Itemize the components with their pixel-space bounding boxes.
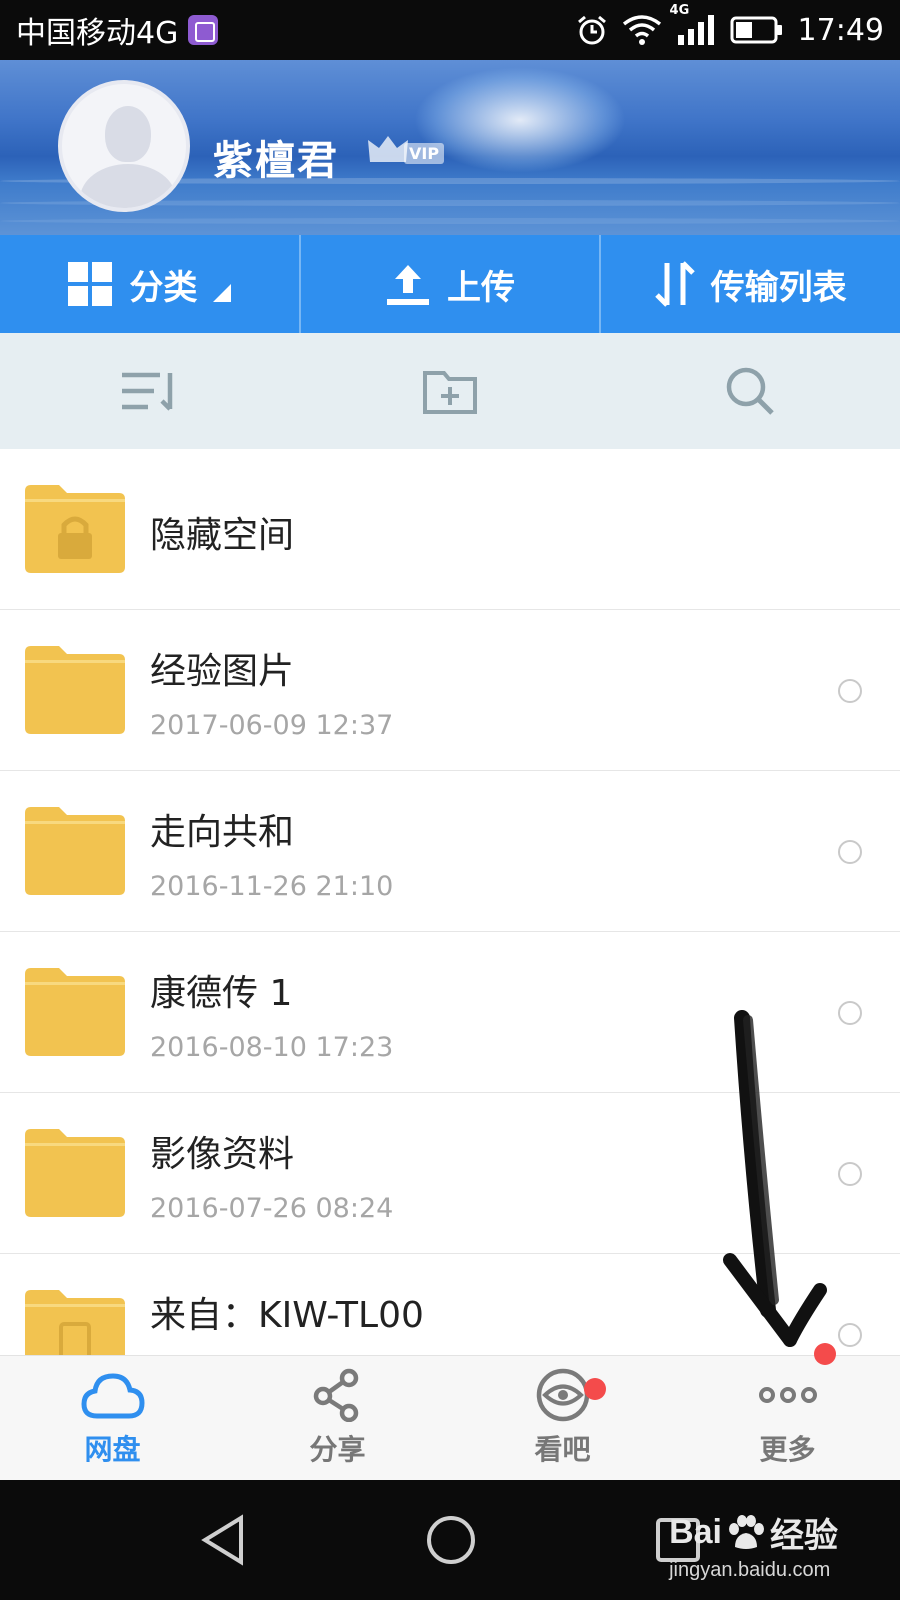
more-icon [758, 1387, 817, 1403]
share-icon [313, 1368, 358, 1422]
sort-button[interactable] [0, 333, 300, 449]
watermark-brand: Bai 经验 [669, 1508, 838, 1557]
nav-item-more[interactable]: 更多 [675, 1343, 900, 1480]
network-type: 4G [669, 3, 690, 18]
select-radio[interactable] [838, 840, 862, 864]
category-label: 分类 [129, 267, 198, 308]
search-button[interactable] [600, 333, 900, 449]
baidu-paw-icon [729, 1514, 764, 1549]
action-bar: 分类 上传 传输列表 [0, 235, 900, 333]
file-name: 康德传 1 [150, 973, 293, 1014]
device-folder-icon [25, 1290, 125, 1355]
signal-icon [677, 15, 714, 45]
grid-icon [68, 262, 113, 306]
back-icon[interactable] [199, 1514, 247, 1566]
file-name: 经验图片 [150, 651, 295, 692]
file-list: 隐藏空间 经验图片 2017-06-09 12:37 走向共和 2016-11-… [0, 449, 900, 1355]
vip-badge[interactable]: VIP [366, 132, 445, 166]
dropdown-triangle-icon [213, 284, 232, 302]
upload-label: 上传 [447, 267, 515, 308]
toolbar [0, 333, 900, 449]
search-icon [726, 367, 774, 415]
category-button[interactable]: 分类 [0, 235, 301, 333]
nav-label: 分享 [309, 1433, 366, 1466]
file-row-hidden-space[interactable]: 隐藏空间 [0, 449, 900, 610]
vip-label: VIP [404, 143, 445, 164]
folder-icon [25, 807, 125, 895]
file-name: 隐藏空间 [150, 515, 295, 556]
select-radio[interactable] [838, 679, 862, 703]
file-name: 影像资料 [150, 1134, 295, 1175]
new-folder-button[interactable] [300, 333, 600, 449]
file-row[interactable]: 经验图片 2017-06-09 12:37 [0, 610, 900, 771]
folder-icon [25, 646, 125, 734]
file-row[interactable]: 康德传 1 2016-08-10 17:23 [0, 932, 900, 1093]
new-folder-icon [423, 371, 477, 414]
nav-item-cloud-drive[interactable]: 网盘 [0, 1356, 225, 1480]
sort-icon [122, 372, 173, 411]
home-icon[interactable] [425, 1514, 477, 1566]
signal-group: 4G [670, 3, 716, 47]
bottom-nav: 网盘 分享 看吧 更多 [0, 1343, 900, 1480]
transfer-icon [654, 261, 695, 307]
select-radio[interactable] [838, 1323, 862, 1347]
upload-icon [387, 265, 429, 305]
alarm-icon [577, 15, 606, 45]
file-row[interactable]: 影像资料 2016-07-26 08:24 [0, 1093, 900, 1254]
username[interactable]: 紫檀君 [213, 128, 339, 186]
cloud-icon [80, 1373, 145, 1419]
avatar[interactable] [58, 80, 190, 212]
profile-banner: 紫檀君 VIP [0, 60, 900, 235]
nav-label: 网盘 [84, 1433, 141, 1466]
avatar-head [105, 106, 151, 162]
clock: 17:49 [797, 12, 884, 48]
wifi-icon [622, 15, 661, 45]
avatar-body [80, 164, 176, 208]
status-left: 中国移动4G [16, 8, 219, 52]
transfer-list-label: 传输列表 [710, 267, 847, 308]
locked-folder-icon [25, 485, 125, 573]
file-date: 2017-06-09 12:37 [150, 710, 394, 741]
folder-icon [25, 1129, 125, 1217]
file-name: 来自：KIW-TL00 [150, 1295, 424, 1336]
notification-badge [814, 1343, 836, 1365]
file-date: 2016-07-26 08:24 [150, 1193, 394, 1224]
carrier-name: 中国移动4G [16, 16, 179, 51]
select-radio[interactable] [838, 1162, 862, 1186]
eye-icon [536, 1368, 589, 1422]
file-date: 2016-08-10 17:23 [150, 1032, 394, 1063]
file-row[interactable]: 来自：KIW-TL00 [0, 1254, 900, 1355]
select-radio[interactable] [838, 1001, 862, 1025]
banner-wave [0, 218, 900, 224]
notification-badge [584, 1378, 606, 1400]
baidu-watermark: Bai 经验 jingyan.baidu.com [669, 1508, 838, 1582]
watermark-brand-text: Bai [669, 1513, 722, 1551]
file-date: 2016-11-26 21:10 [150, 871, 394, 902]
watermark-brand-suffix: 经验 [770, 1517, 838, 1555]
nav-label: 看吧 [534, 1433, 591, 1466]
upload-button[interactable]: 上传 [301, 235, 602, 333]
file-row[interactable]: 走向共和 2016-11-26 21:10 [0, 771, 900, 932]
gallery-notification-icon [188, 15, 219, 45]
battery-icon [730, 16, 782, 44]
nav-item-share[interactable]: 分享 [225, 1356, 450, 1480]
nav-label: 更多 [759, 1433, 816, 1466]
file-name: 走向共和 [150, 812, 295, 853]
folder-icon [25, 968, 125, 1056]
status-bar: 中国移动4G 4G 17:49 [0, 0, 900, 60]
watermark-url: jingyan.baidu.com [669, 1559, 831, 1581]
status-right: 4G 17:49 [576, 3, 884, 48]
transfer-list-button[interactable]: 传输列表 [601, 235, 900, 333]
nav-item-watch[interactable]: 看吧 [450, 1356, 675, 1480]
